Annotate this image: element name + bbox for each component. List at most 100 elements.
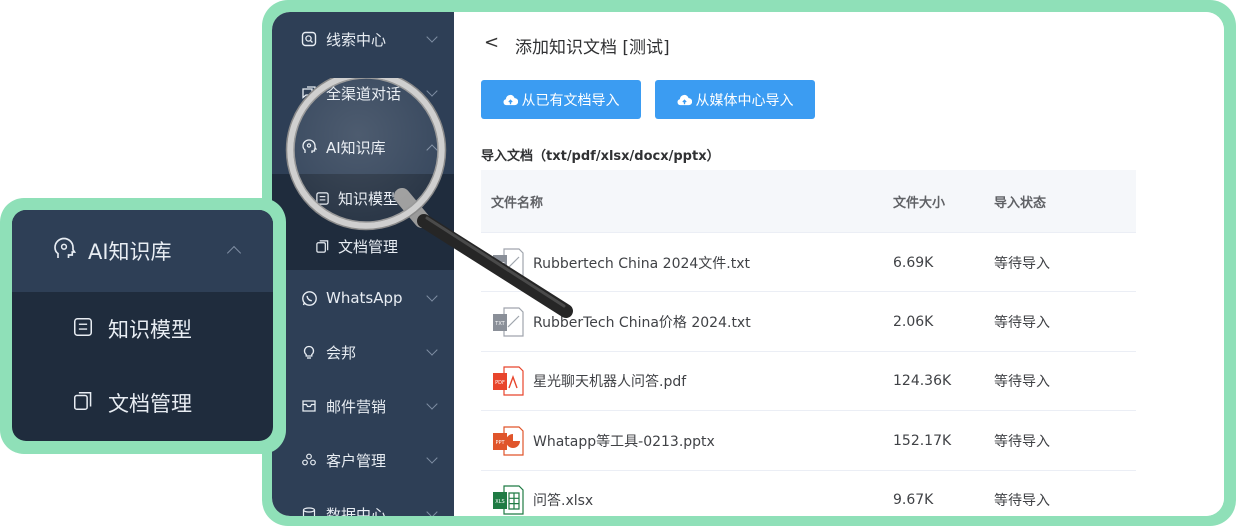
column-header-status: 导入状态 xyxy=(994,196,1047,211)
chevron-up-icon xyxy=(426,144,438,156)
file-name: RubberTech China价格 2024.txt xyxy=(533,314,751,331)
bulb-icon xyxy=(300,343,318,361)
zoom-callout: AI知识库 知识模型 文档管理 xyxy=(12,210,273,441)
whatsapp-icon xyxy=(300,289,318,307)
button-label: 从已有文档导入 xyxy=(521,92,620,109)
model-icon xyxy=(314,190,330,206)
pdf-file-icon: PDF xyxy=(493,366,524,396)
sidebar-item-label: 数据中心 xyxy=(326,505,387,517)
document-icon xyxy=(314,238,330,254)
table-row[interactable]: XLS 问答.xlsx 9.67K 等待导入 xyxy=(481,471,1136,516)
file-name-cell: PDF 星光聊天机器人问答.pdf xyxy=(491,352,686,411)
sidebar-item-email-marketing[interactable]: 邮件营销 xyxy=(272,379,454,433)
import-from-documents-button[interactable]: 从已有文档导入 xyxy=(481,80,641,119)
import-status: 等待导入 xyxy=(994,255,1050,272)
svg-text:PPT: PPT xyxy=(495,440,505,446)
import-status: 等待导入 xyxy=(994,314,1050,331)
data-icon xyxy=(300,505,318,516)
file-size: 2.06K xyxy=(893,313,934,330)
sidebar-subitem-document-management[interactable]: 文档管理 xyxy=(272,222,454,270)
zoom-document-management: 文档管理 xyxy=(12,368,273,438)
file-name: Whatapp等工具-0213.pptx xyxy=(533,433,715,450)
file-size: 152.17K xyxy=(893,432,952,449)
sidebar-item-label: 邮件营销 xyxy=(326,397,387,416)
chevron-up-icon xyxy=(226,245,242,261)
sidebar-item-label: 线索中心 xyxy=(326,30,387,49)
chevron-down-icon xyxy=(426,31,438,43)
sidebar-subitem-label: 文档管理 xyxy=(338,237,399,256)
submenu-ai-knowledge: 知识模型 文档管理 xyxy=(272,174,454,270)
ppt-file-icon: PPT xyxy=(493,426,524,456)
main-content: < 添加知识文档 [测试] 从已有文档导入 从媒体中心导入 导入文档（txt/p… xyxy=(454,12,1224,516)
section-title: 导入文档（txt/pdf/xlsx/docx/pptx） xyxy=(481,149,720,164)
back-arrow-icon[interactable]: < xyxy=(484,32,499,53)
txt-file-icon: TXT xyxy=(493,247,524,278)
import-status: 等待导入 xyxy=(994,374,1050,391)
file-name: Rubbertech China 2024文件.txt xyxy=(533,255,751,272)
cloud-upload-icon xyxy=(677,94,692,105)
sidebar-item-customer-management[interactable]: 客户管理 xyxy=(272,433,454,487)
sidebar-item-label: 客户管理 xyxy=(326,451,387,470)
table-header: 文件名称 文件大小 导入状态 xyxy=(481,170,1136,233)
cloud-upload-icon xyxy=(503,94,518,105)
file-size: 6.69K xyxy=(893,254,934,271)
sidebar-item-label: WhatsApp xyxy=(326,289,403,307)
ai-brain-icon xyxy=(300,138,318,156)
table-row[interactable]: TXT Rubbertech China 2024文件.txt 6.69K 等待… xyxy=(481,233,1136,293)
txt-file-icon: TXT xyxy=(493,307,524,337)
customers-icon xyxy=(300,451,318,469)
column-header-name: 文件名称 xyxy=(491,196,544,211)
svg-text:TXT: TXT xyxy=(494,262,505,268)
xls-file-icon: XLS xyxy=(493,485,524,515)
sidebar-item-omnichannel-chat[interactable]: 全渠道对话 xyxy=(272,66,454,120)
ai-brain-icon xyxy=(52,237,77,266)
chevron-down-icon xyxy=(426,290,438,302)
file-name-cell: PPT Whatapp等工具-0213.pptx xyxy=(491,411,715,470)
model-icon xyxy=(72,316,94,343)
sidebar-subitem-knowledge-model[interactable]: 知识模型 xyxy=(272,174,454,222)
sidebar-item-huibang[interactable]: 会邦 xyxy=(272,325,454,379)
import-status: 等待导入 xyxy=(994,433,1050,450)
file-name-cell: XLS 问答.xlsx xyxy=(491,471,593,516)
sidebar-item-label: 全渠道对话 xyxy=(326,84,402,103)
chevron-down-icon xyxy=(426,85,438,97)
page-title: 添加知识文档 [测试] xyxy=(515,38,670,58)
file-size: 9.67K xyxy=(893,492,934,509)
table-row[interactable]: TXT RubberTech China价格 2024.txt 2.06K 等待… xyxy=(481,292,1136,352)
app-window: 线索中心 全渠道对话 AI知识库 知识模型 文档管理 WhatsApp 会邦 邮… xyxy=(272,12,1224,516)
chevron-down-icon xyxy=(426,344,438,356)
sidebar: 线索中心 全渠道对话 AI知识库 知识模型 文档管理 WhatsApp 会邦 邮… xyxy=(272,12,454,516)
button-label: 从媒体中心导入 xyxy=(695,92,794,109)
table-row[interactable]: PPT Whatapp等工具-0213.pptx 152.17K 等待导入 xyxy=(481,411,1136,471)
chevron-down-icon xyxy=(426,506,438,516)
chat-icon xyxy=(300,84,318,102)
file-name: 问答.xlsx xyxy=(533,493,594,510)
zoom-knowledge-model: 知识模型 xyxy=(12,294,273,364)
sidebar-item-whatsapp[interactable]: WhatsApp xyxy=(272,271,454,325)
chevron-down-icon xyxy=(426,452,438,464)
import-from-media-center-button[interactable]: 从媒体中心导入 xyxy=(655,80,815,119)
svg-text:XLS: XLS xyxy=(495,499,504,505)
file-name-cell: TXT Rubbertech China 2024文件.txt xyxy=(491,233,750,292)
file-name-cell: TXT RubberTech China价格 2024.txt xyxy=(491,292,751,351)
mail-icon xyxy=(300,397,318,415)
sidebar-item-ai-knowledge[interactable]: AI知识库 xyxy=(272,120,454,174)
clue-icon xyxy=(300,30,318,48)
documents-table: 文件名称 文件大小 导入状态 TXT Rubbertech China 2024… xyxy=(481,170,1136,516)
zoom-ai-knowledge-header: AI知识库 xyxy=(12,210,273,292)
document-icon xyxy=(72,390,94,417)
chevron-down-icon xyxy=(426,398,438,410)
table-row[interactable]: PDF 星光聊天机器人问答.pdf 124.36K 等待导入 xyxy=(481,352,1136,412)
sidebar-item-data-center[interactable]: 数据中心 xyxy=(272,487,454,516)
sidebar-item-clue-center[interactable]: 线索中心 xyxy=(272,12,454,66)
import-status: 等待导入 xyxy=(994,493,1050,510)
file-name: 星光聊天机器人问答.pdf xyxy=(533,374,687,391)
zoom-item-label: 文档管理 xyxy=(108,392,192,416)
zoom-header-label: AI知识库 xyxy=(88,240,172,264)
sidebar-subitem-label: 知识模型 xyxy=(338,189,399,208)
column-header-size: 文件大小 xyxy=(893,196,946,211)
sidebar-item-label: AI知识库 xyxy=(326,138,386,157)
file-size: 124.36K xyxy=(893,373,952,390)
sidebar-item-label: 会邦 xyxy=(326,343,357,362)
svg-text:TXT: TXT xyxy=(494,321,505,327)
